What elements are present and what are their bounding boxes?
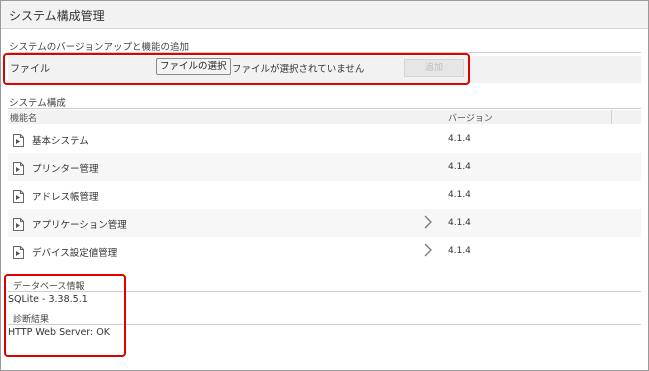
table-row-address-book[interactable]: アドレス帳管理 4.1.4 <box>8 181 641 209</box>
column-header-name: 機能名 <box>10 114 38 124</box>
row-version: 4.1.4 <box>448 218 471 228</box>
table-row-basic-system[interactable]: 基本システム 4.1.4 <box>8 125 641 153</box>
column-separator <box>611 110 612 124</box>
title-bar: システム構成管理 <box>1 1 648 29</box>
row-version: 4.1.4 <box>448 134 471 144</box>
document-icon <box>13 188 24 203</box>
document-icon <box>13 216 24 231</box>
highlight-box-database <box>4 274 126 357</box>
divider <box>8 108 641 109</box>
row-name: アドレス帳管理 <box>32 192 99 203</box>
table-row-application-management[interactable]: アプリケーション管理 4.1.4 <box>8 209 641 237</box>
row-name: アプリケーション管理 <box>32 220 127 231</box>
chevron-right-icon[interactable] <box>424 215 432 233</box>
upgrade-section-heading: システムのバージョンアップと機能の追加 <box>9 42 190 53</box>
config-section-heading: システム構成 <box>9 98 66 109</box>
table-header: 機能名 バージョン <box>8 110 641 124</box>
table-row-device-settings[interactable]: デバイス設定値管理 4.1.4 <box>8 237 641 265</box>
highlight-box-file <box>3 53 470 85</box>
document-icon <box>13 244 24 259</box>
row-name: プリンター管理 <box>32 164 99 175</box>
page-title: システム構成管理 <box>9 9 105 23</box>
row-version: 4.1.4 <box>448 246 471 256</box>
row-name: デバイス設定値管理 <box>32 248 118 259</box>
row-name: 基本システム <box>32 136 89 147</box>
document-icon <box>13 160 24 175</box>
row-version: 4.1.4 <box>448 162 471 172</box>
table-row-printer-management[interactable]: プリンター管理 4.1.4 <box>8 153 641 181</box>
chevron-right-icon[interactable] <box>424 243 432 261</box>
document-icon <box>13 132 24 147</box>
row-version: 4.1.4 <box>448 190 471 200</box>
column-header-version: バージョン <box>448 114 493 124</box>
